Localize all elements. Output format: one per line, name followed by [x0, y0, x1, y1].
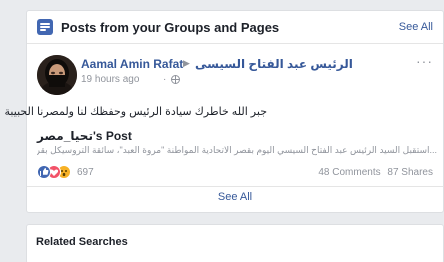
post-timestamp[interactable]: 19 hours ago [81, 74, 139, 85]
timestamp-separator: · [163, 74, 167, 85]
shared-post-description: ...استقبل السيد الرئيس عبد الفتاح السيسي… [37, 145, 437, 155]
see-all-link-footer[interactable]: See All [27, 191, 443, 203]
reaction-count[interactable]: 697 [77, 167, 94, 178]
more-options-icon[interactable]: ··· [416, 53, 433, 69]
like-icon [37, 165, 51, 179]
avatar[interactable] [37, 55, 77, 95]
shared-post-title[interactable]: تحيا_مصر's Post [37, 129, 132, 143]
news-feed-icon [37, 19, 53, 35]
reactions-summary[interactable] [37, 165, 75, 179]
globe-icon [171, 75, 180, 84]
comments-count-link[interactable]: 48 Comments [318, 167, 380, 178]
arrow-right-icon: ▶ [183, 58, 190, 68]
see-all-link-header[interactable]: See All [399, 21, 433, 33]
post-group-link[interactable]: الرئيس عبد الفتاح السيسى [195, 57, 353, 71]
shares-count-link[interactable]: 87 Shares [387, 167, 433, 178]
post-stats: 48 Comments 87 Shares [314, 167, 433, 178]
divider [27, 186, 443, 187]
post-text: جبر الله خاطرك سيادة الرئيس وحفظك لنا ول… [4, 106, 267, 118]
related-searches-card: Related Searches [26, 224, 444, 262]
card-title: Posts from your Groups and Pages [61, 20, 280, 35]
post-author-link[interactable]: Aamal Amin Rafat [81, 57, 183, 71]
posts-from-groups-card: Posts from your Groups and Pages See All… [5, 10, 444, 213]
card-header: Posts from your Groups and Pages See All [27, 11, 443, 44]
related-searches-title: Related Searches [36, 236, 128, 248]
